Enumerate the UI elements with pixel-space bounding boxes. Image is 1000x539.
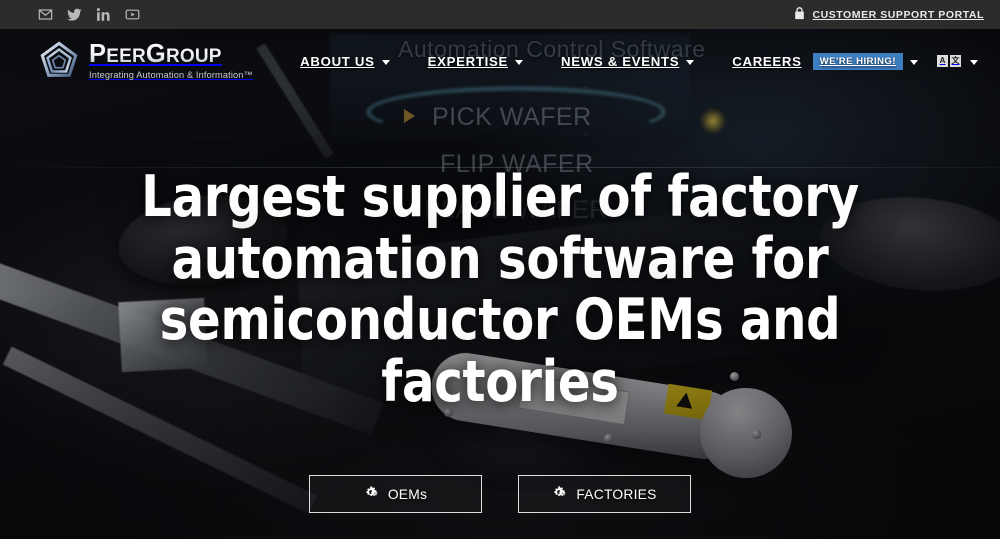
social-links xyxy=(0,7,140,22)
social-link-email[interactable] xyxy=(38,7,53,22)
hero-headline: Largest supplier of factory automation s… xyxy=(141,164,859,415)
pentagon-logo-icon xyxy=(38,40,80,82)
site-logo[interactable]: PEERGROUP Integrating Automation & Infor… xyxy=(0,40,277,82)
customer-support-portal-link[interactable]: CUSTOMER SUPPORT PORTAL xyxy=(794,6,1000,23)
cogs-icon xyxy=(552,486,567,503)
language-glyph-latin: A xyxy=(937,55,948,67)
customer-support-portal-label: CUSTOMER SUPPORT PORTAL xyxy=(812,8,984,21)
chevron-down-icon xyxy=(381,59,390,65)
nav-item-careers[interactable]: CAREERS WE'RE HIRING! xyxy=(713,29,937,93)
nav-item-label: EXPERTISE xyxy=(427,53,508,69)
email-icon xyxy=(38,7,53,22)
hero-button-label: OEMs xyxy=(387,486,428,502)
nav-item-about-us[interactable]: ABOUT US xyxy=(281,29,408,93)
logo-tagline: Integrating Automation & Information™ xyxy=(89,70,253,81)
cogs-icon xyxy=(364,486,379,503)
nav-item-label: CAREERS xyxy=(732,53,802,69)
hero-cta-group: OEMs FACTORIES xyxy=(309,475,691,514)
hero-button-factories[interactable]: FACTORIES xyxy=(518,475,691,514)
homepage-hero-screen: Automation Control Software PICK WAFER F… xyxy=(0,0,1000,539)
logo-wordmark: PEERGROUP xyxy=(89,42,253,68)
chevron-down-icon xyxy=(910,59,918,65)
chevron-down-icon xyxy=(970,59,978,65)
language-switcher[interactable]: A 文 xyxy=(937,29,1000,93)
lock-icon xyxy=(794,6,805,23)
twitter-icon xyxy=(67,7,82,22)
chevron-down-icon xyxy=(686,59,695,65)
utility-bar: CUSTOMER SUPPORT PORTAL xyxy=(0,0,1000,29)
social-link-youtube[interactable] xyxy=(125,7,140,22)
chevron-down-icon xyxy=(514,59,523,65)
hiring-badge: WE'RE HIRING! xyxy=(812,52,903,70)
linkedin-icon xyxy=(96,7,111,22)
logo-text-block: PEERGROUP Integrating Automation & Infor… xyxy=(89,42,253,81)
youtube-icon xyxy=(125,7,140,22)
language-glyph-cjk: 文 xyxy=(950,55,961,67)
site-header: PEERGROUP Integrating Automation & Infor… xyxy=(0,29,1000,93)
nav-item-label: NEWS & EVENTS xyxy=(560,53,680,69)
nav-item-news-events[interactable]: NEWS & EVENTS xyxy=(542,29,713,93)
hero-button-oems[interactable]: OEMs xyxy=(309,475,482,514)
social-link-linkedin[interactable] xyxy=(96,7,111,22)
nav-item-label: ABOUT US xyxy=(300,53,375,69)
nav-item-expertise[interactable]: EXPERTISE xyxy=(409,29,542,93)
main-navigation: ABOUT US EXPERTISE NEWS & EVENTS CAREERS… xyxy=(281,29,937,93)
hero-button-label: FACTORIES xyxy=(576,486,657,502)
hero-content: Largest supplier of factory automation s… xyxy=(0,93,1000,539)
language-translate-icon: A 文 xyxy=(937,55,961,67)
social-link-twitter[interactable] xyxy=(67,7,82,22)
